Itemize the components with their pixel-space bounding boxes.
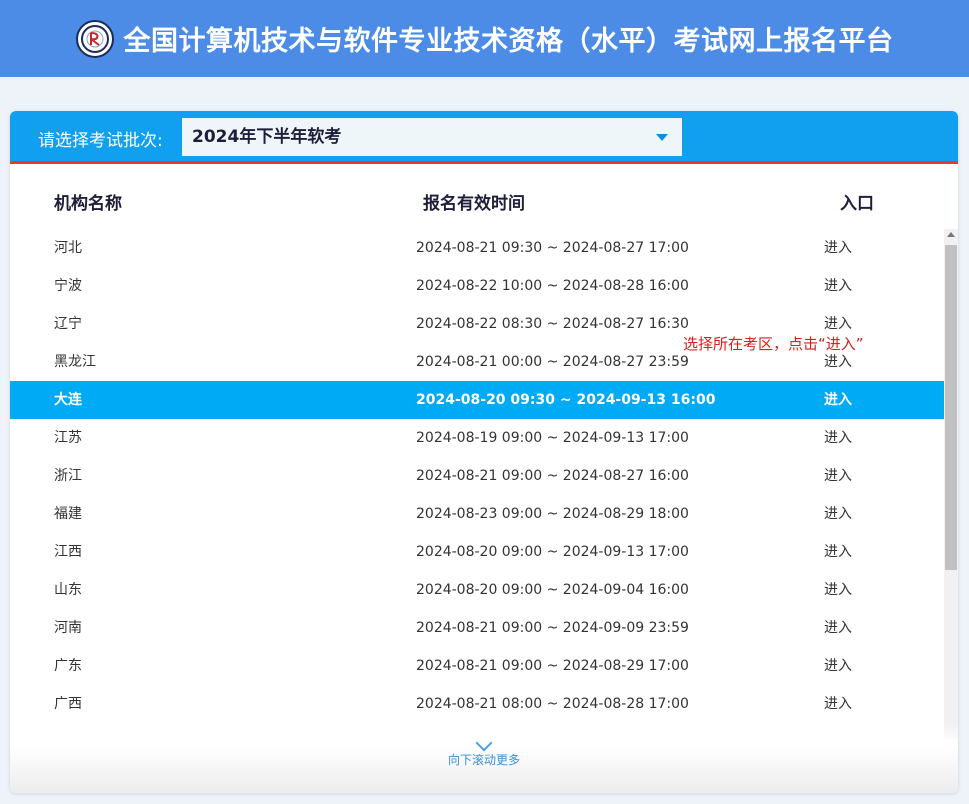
institution-name: 辽宁 (54, 316, 82, 332)
enter-link[interactable]: 进入 (824, 647, 852, 685)
table-row[interactable]: 福建 2024-08-23 09:00 ~ 2024-08-29 18:00 进… (10, 495, 958, 533)
registration-time: 2024-08-21 09:00 ~ 2024-09-09 23:59 (416, 620, 689, 636)
institution-name: 福建 (54, 506, 82, 522)
exam-seal-logo-icon (75, 19, 114, 58)
scrollbar-thumb[interactable] (945, 245, 957, 570)
registration-time: 2024-08-21 09:30 ~ 2024-08-27 17:00 (416, 240, 689, 256)
top-banner: 全国计算机技术与软件专业技术资格（水平）考试网上报名平台 (0, 0, 969, 77)
institution-name: 江西 (54, 544, 82, 560)
chevron-down-icon (475, 734, 493, 752)
table-row[interactable]: 浙江 2024-08-21 09:00 ~ 2024-08-27 16:00 进… (10, 457, 958, 495)
table-row-selected[interactable]: 大连 2024-08-20 09:30 ~ 2024-09-13 16:00 进… (10, 381, 958, 419)
registration-time: 2024-08-21 00:00 ~ 2024-08-27 23:59 (416, 354, 689, 370)
table-row[interactable]: 河北 2024-08-21 09:30 ~ 2024-08-27 17:00 进… (10, 229, 958, 267)
enter-link[interactable]: 进入 (824, 229, 852, 267)
institution-name: 宁波 (54, 278, 82, 294)
table-row[interactable]: 广东 2024-08-21 09:00 ~ 2024-08-29 17:00 进… (10, 647, 958, 685)
scroll-more-button[interactable]: 向下滚动更多 (10, 734, 958, 768)
registration-time: 2024-08-20 09:30 ~ 2024-09-13 16:00 (416, 392, 716, 408)
institution-name: 江苏 (54, 430, 82, 446)
scroll-up-arrow-icon[interactable] (947, 232, 955, 237)
registration-time: 2024-08-23 09:00 ~ 2024-08-29 18:00 (416, 506, 689, 522)
registration-time: 2024-08-22 08:30 ~ 2024-08-27 16:30 (416, 316, 689, 332)
institution-name: 大连 (54, 392, 82, 408)
list-scrollbar[interactable] (944, 229, 958, 739)
table-row[interactable]: 山东 2024-08-20 09:00 ~ 2024-09-04 16:00 进… (10, 571, 958, 609)
institution-name: 黑龙江 (54, 354, 96, 370)
table-row[interactable]: 江西 2024-08-20 09:00 ~ 2024-09-13 17:00 进… (10, 533, 958, 571)
instruction-hint: 选择所在考区，点击“进入” (682, 333, 865, 354)
institution-name: 浙江 (54, 468, 82, 484)
column-header-entry: 入口 (840, 194, 874, 214)
chevron-down-icon[interactable] (656, 134, 668, 141)
institution-name: 河北 (54, 240, 82, 256)
column-header-institution: 机构名称 (54, 194, 122, 214)
enter-link[interactable]: 进入 (824, 457, 852, 495)
enter-link[interactable]: 进入 (824, 609, 852, 647)
institution-name: 河南 (54, 620, 82, 636)
enter-link[interactable]: 进入 (824, 495, 852, 533)
exam-batch-value: 2024年下半年软考 (192, 127, 342, 147)
registration-time: 2024-08-21 09:00 ~ 2024-08-29 17:00 (416, 658, 689, 674)
enter-link[interactable]: 进入 (824, 267, 852, 305)
table-row[interactable]: 广西 2024-08-21 08:00 ~ 2024-08-28 17:00 进… (10, 685, 958, 723)
registration-time: 2024-08-22 10:00 ~ 2024-08-28 16:00 (416, 278, 689, 294)
column-header-registration-time: 报名有效时间 (423, 194, 525, 214)
batch-label: 请选择考试批次: (38, 131, 163, 151)
institution-name: 广东 (54, 658, 82, 674)
registration-time: 2024-08-21 08:00 ~ 2024-08-28 17:00 (416, 696, 689, 712)
scroll-more-label: 向下滚动更多 (447, 753, 520, 767)
table-row[interactable]: 宁波 2024-08-22 10:00 ~ 2024-08-28 16:00 进… (10, 267, 958, 305)
registration-time: 2024-08-20 09:00 ~ 2024-09-13 17:00 (416, 544, 689, 560)
institution-name: 广西 (54, 696, 82, 712)
exam-registration-panel: 请选择考试批次: 2024年下半年软考 机构名称 报名有效时间 入口 河北 20… (10, 111, 958, 793)
enter-link[interactable]: 进入 (824, 571, 852, 609)
registration-time: 2024-08-21 09:00 ~ 2024-08-27 16:00 (416, 468, 689, 484)
registration-time: 2024-08-20 09:00 ~ 2024-09-04 16:00 (416, 582, 689, 598)
table-row[interactable]: 江苏 2024-08-19 09:00 ~ 2024-09-13 17:00 进… (10, 419, 958, 457)
enter-link[interactable]: 进入 (824, 419, 852, 457)
batch-selector-bar: 请选择考试批次: 2024年下半年软考 (10, 111, 958, 164)
table-row[interactable]: 河南 2024-08-21 09:00 ~ 2024-09-09 23:59 进… (10, 609, 958, 647)
enter-link[interactable]: 进入 (824, 685, 852, 723)
exam-batch-select[interactable]: 2024年下半年软考 (182, 118, 682, 156)
enter-link[interactable]: 进入 (824, 381, 852, 419)
registration-time: 2024-08-19 09:00 ~ 2024-09-13 17:00 (416, 430, 689, 446)
page-title: 全国计算机技术与软件专业技术资格（水平）考试网上报名平台 (123, 26, 894, 57)
enter-link[interactable]: 进入 (824, 533, 852, 571)
institution-name: 山东 (54, 582, 82, 598)
institution-list: 河北 2024-08-21 09:30 ~ 2024-08-27 17:00 进… (10, 229, 958, 723)
